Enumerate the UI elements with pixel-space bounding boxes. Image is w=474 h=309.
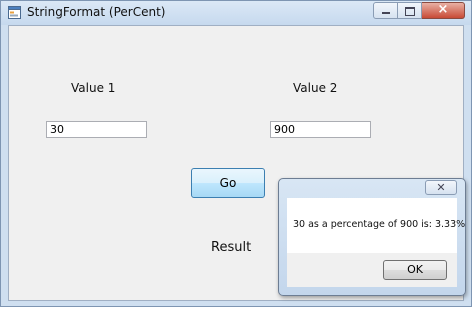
message-box-close-button[interactable]: ✕ <box>425 180 457 195</box>
message-box-body: 30 as a percentage of 900 is: 3.33% <box>287 198 465 253</box>
ok-button[interactable]: OK <box>383 260 447 280</box>
close-icon: ✕ <box>436 181 446 194</box>
minimize-button[interactable] <box>373 2 398 19</box>
go-button[interactable]: Go <box>191 168 265 198</box>
value2-label: Value 2 <box>293 81 338 95</box>
value2-input[interactable]: 900 <box>270 121 371 138</box>
close-button[interactable]: × <box>422 2 465 19</box>
message-box: ✕ 30 as a percentage of 900 is: 3.33% OK <box>278 178 466 296</box>
close-icon: × <box>437 2 449 17</box>
title-bar[interactable]: StringFormat (PerCent) × <box>1 1 471 25</box>
maximize-button[interactable] <box>398 2 422 19</box>
result-label: Result <box>211 240 252 255</box>
message-text: 30 as a percentage of 900 is: 3.33% <box>293 219 466 230</box>
value1-label: Value 1 <box>71 81 116 95</box>
form-icon <box>8 6 21 19</box>
caption-buttons: × <box>373 2 465 19</box>
window-title: StringFormat (PerCent) <box>27 5 166 19</box>
message-box-footer: OK <box>287 253 457 287</box>
value1-input[interactable]: 30 <box>46 121 147 138</box>
